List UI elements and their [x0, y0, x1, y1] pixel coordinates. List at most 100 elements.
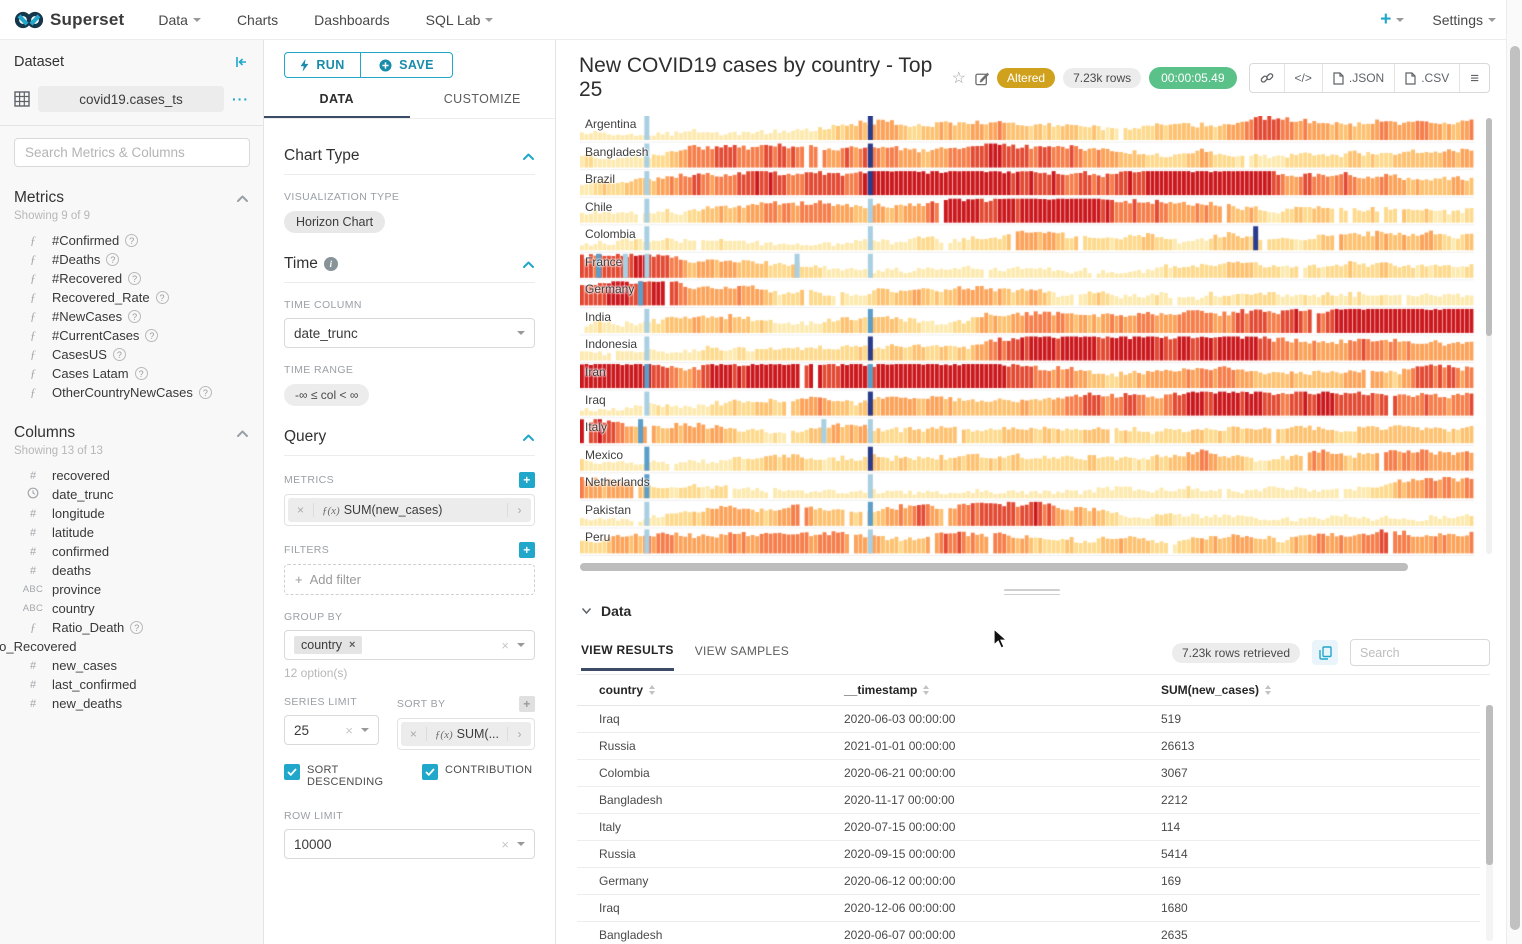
field-item-othercountrynewcases[interactable]: ƒOtherCountryNewCases?	[14, 383, 249, 402]
table-row[interactable]: Colombia2020-06-21 00:00:003067	[577, 760, 1480, 787]
metric-pill[interactable]: × ƒ(x)SUM(new_cases) ›	[288, 498, 531, 522]
copy-icon	[1319, 646, 1332, 660]
nav-item-dashboards[interactable]: Dashboards	[314, 12, 390, 28]
nav-item-sql-lab[interactable]: SQL Lab	[426, 12, 494, 28]
field-item-#currentcases[interactable]: ƒ#CurrentCases?	[14, 326, 249, 345]
sort-icon[interactable]	[1265, 685, 1271, 695]
table-row[interactable]: Russia2020-09-15 00:00:005414	[577, 841, 1480, 868]
chevron-up-icon[interactable]	[236, 194, 249, 203]
field-item-casesus[interactable]: ƒCasesUS?	[14, 345, 249, 364]
group-by-tag[interactable]: country ×	[294, 636, 362, 654]
clear-icon[interactable]: ×	[501, 837, 509, 852]
field-item-longitude[interactable]: #longitude	[14, 504, 249, 523]
chevron-down-icon[interactable]	[581, 607, 592, 615]
remove-metric-icon[interactable]: ×	[288, 503, 314, 517]
dataset-name[interactable]: covid19.cases_ts	[38, 86, 224, 112]
field-item-new_deaths[interactable]: #new_deaths	[14, 694, 249, 713]
export-csv-button[interactable]: .CSV	[1395, 64, 1460, 92]
field-item-country[interactable]: ABCcountry	[14, 599, 249, 618]
tab-view-samples[interactable]: VIEW SAMPLES	[695, 644, 789, 669]
chevron-up-icon[interactable]	[522, 152, 535, 161]
remove-sort-icon[interactable]: ×	[401, 727, 427, 741]
embed-code-icon[interactable]: </>	[1285, 64, 1323, 92]
chevron-right-icon[interactable]: ›	[507, 727, 531, 741]
add-filter-button[interactable]: +	[519, 542, 535, 558]
edit-title-icon[interactable]	[975, 71, 989, 86]
field-item-confirmed[interactable]: #confirmed	[14, 542, 249, 561]
chevron-up-icon[interactable]	[236, 429, 249, 438]
table-row[interactable]: Iraq2020-06-03 00:00:00519	[577, 706, 1480, 733]
tab-customize[interactable]: CUSTOMIZE	[410, 92, 556, 118]
field-item-latitude[interactable]: #latitude	[14, 523, 249, 542]
table-header-sum-new-cases-[interactable]: SUM(new_cases)	[1139, 675, 1480, 705]
remove-tag-icon[interactable]: ×	[349, 639, 355, 651]
sort-icon[interactable]	[923, 685, 929, 695]
clear-icon[interactable]: ×	[501, 638, 509, 653]
contribution-checkbox[interactable]: CONTRIBUTION	[422, 764, 535, 788]
row-limit-select[interactable]: 10000 ×	[284, 829, 535, 859]
table-header-country[interactable]: country	[577, 675, 822, 705]
viz-type-value[interactable]: Horizon Chart	[284, 211, 385, 233]
sort-by-pill[interactable]: × ƒ(x)SUM(... ›	[401, 722, 531, 746]
field-item-province[interactable]: ABCprovince	[14, 580, 249, 599]
field-item-recovered[interactable]: #recovered	[14, 466, 249, 485]
time-column-select[interactable]: date_trunc	[284, 318, 535, 348]
field-item-deaths[interactable]: #deaths	[14, 561, 249, 580]
tab-data[interactable]: DATA	[264, 92, 410, 118]
save-button[interactable]: SAVE	[360, 52, 453, 78]
new-button[interactable]: +	[1380, 10, 1404, 29]
search-input[interactable]	[14, 138, 250, 167]
field-item-cases latam[interactable]: ƒCases Latam?	[14, 364, 249, 383]
table-row[interactable]: Italy2020-07-15 00:00:00114	[577, 814, 1480, 841]
nav-item-charts[interactable]: Charts	[237, 12, 278, 28]
altered-badge[interactable]: Altered	[997, 68, 1055, 88]
table-header--timestamp[interactable]: __timestamp	[822, 675, 1139, 705]
field-item-#deaths[interactable]: ƒ#Deaths?	[14, 250, 249, 269]
field-item-last_confirmed[interactable]: #last_confirmed	[14, 675, 249, 694]
horizon-chart[interactable]: ArgentinaBangladeshBrazilChileColombiaFr…	[580, 116, 1492, 557]
chevron-right-icon[interactable]: ›	[507, 503, 531, 517]
field-item-recovered_rate[interactable]: ƒRecovered_Rate?	[14, 288, 249, 307]
collapse-panel-icon[interactable]	[233, 54, 249, 70]
chevron-up-icon[interactable]	[522, 260, 535, 269]
clear-icon[interactable]: ×	[345, 723, 353, 738]
panel-resize-handle[interactable]	[1004, 589, 1060, 595]
add-filter-dropzone[interactable]: + Add filter	[284, 564, 535, 595]
field-item-ratio_recovered[interactable]: Ratio_Recovered	[0, 637, 249, 656]
series-limit-select[interactable]: 25 ×	[284, 715, 379, 745]
chart-menu-icon[interactable]: ≡	[1460, 64, 1489, 92]
tab-view-results[interactable]: VIEW RESULTS	[581, 643, 674, 671]
chart-vertical-scrollbar[interactable]	[1486, 118, 1492, 554]
table-row[interactable]: Russia2021-01-01 00:00:0026613	[577, 733, 1480, 760]
field-item-date_trunc[interactable]: date_trunc	[14, 485, 249, 504]
dataset-options-icon[interactable]: ···	[232, 91, 249, 107]
table-search-input[interactable]	[1350, 639, 1490, 666]
table-row[interactable]: Germany2020-06-12 00:00:00169	[577, 868, 1480, 895]
sort-descending-checkbox[interactable]: SORT DESCENDING	[284, 764, 404, 788]
field-item-ratio_death[interactable]: ƒRatio_Death?	[14, 618, 249, 637]
field-item-#confirmed[interactable]: ƒ#Confirmed?	[14, 231, 249, 250]
field-item-new_cases[interactable]: #new_cases	[14, 656, 249, 675]
table-row[interactable]: Iraq2020-12-06 00:00:001680	[577, 895, 1480, 922]
superset-logo[interactable]: Superset	[14, 10, 124, 30]
add-sort-button[interactable]: +	[519, 696, 535, 712]
chevron-up-icon[interactable]	[522, 433, 535, 442]
page-scrollbar[interactable]	[1506, 0, 1522, 944]
copy-data-button[interactable]	[1312, 640, 1338, 665]
run-button[interactable]: RUN	[284, 52, 360, 78]
sort-icon[interactable]	[649, 685, 655, 695]
chart-horizontal-scrollbar[interactable]	[580, 563, 1492, 571]
export-json-button[interactable]: .JSON	[1323, 64, 1395, 92]
settings-menu[interactable]: Settings	[1432, 12, 1496, 28]
add-metric-button[interactable]: +	[519, 472, 535, 488]
table-vertical-scrollbar[interactable]	[1486, 705, 1493, 941]
nav-item-data[interactable]: Data	[158, 12, 201, 28]
table-row[interactable]: Bangladesh2020-11-17 00:00:002212	[577, 787, 1480, 814]
time-range-value[interactable]: -∞ ≤ col < ∞	[284, 384, 369, 406]
field-item-#newcases[interactable]: ƒ#NewCases?	[14, 307, 249, 326]
field-item-#recovered[interactable]: ƒ#Recovered?	[14, 269, 249, 288]
favorite-star-icon[interactable]: ☆	[952, 68, 966, 88]
share-link-icon[interactable]	[1250, 64, 1285, 92]
group-by-select[interactable]: country × ×	[284, 630, 535, 660]
table-row[interactable]: Bangladesh2020-06-07 00:00:002635	[577, 922, 1480, 944]
